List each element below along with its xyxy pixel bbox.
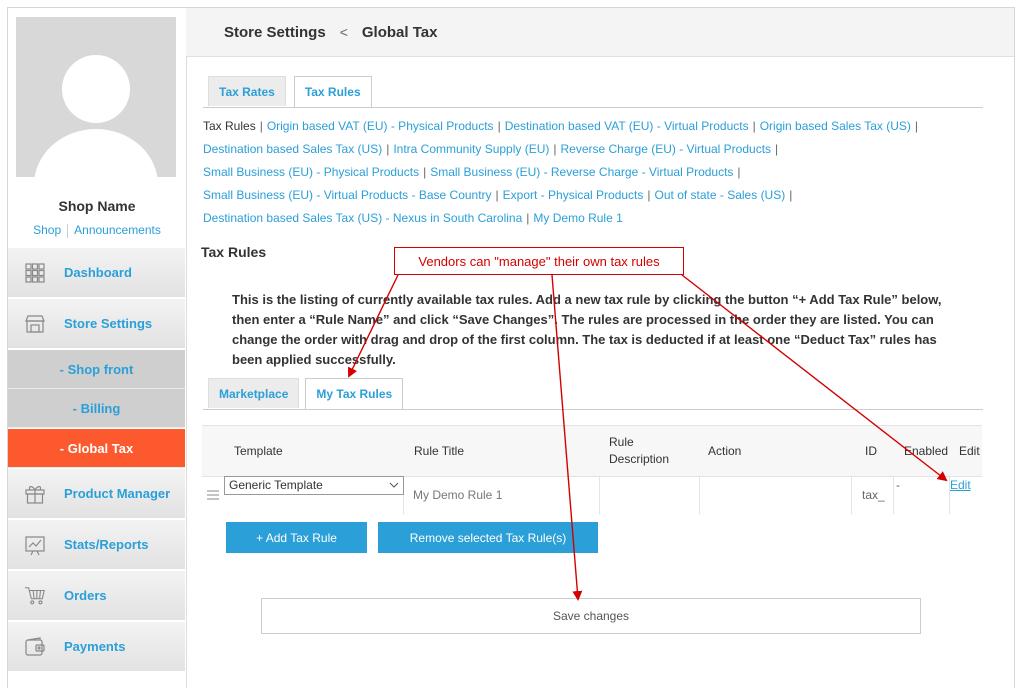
col-rule-title[interactable]: Rule Title xyxy=(414,426,464,476)
annotation-callout: Vendors can "manage" their own tax rules xyxy=(394,247,684,275)
col-id[interactable]: ID xyxy=(865,426,877,476)
nav-product-manager[interactable]: Product Manager xyxy=(8,469,185,519)
nav-label: Dashboard xyxy=(64,265,132,280)
tab-divider xyxy=(203,107,983,108)
nav-payments[interactable]: Payments xyxy=(8,622,185,672)
rule-link[interactable]: Destination based Sales Tax (US) - Nexus… xyxy=(203,211,522,225)
rule-link[interactable]: Small Business (EU) - Reverse Charge - V… xyxy=(430,165,733,179)
tab-tax-rules[interactable]: Tax Rules xyxy=(293,76,372,108)
tab-my-tax-rules[interactable]: My Tax Rules xyxy=(305,378,404,410)
rule-description-input[interactable] xyxy=(600,476,700,514)
shop-name: Shop Name xyxy=(58,198,136,214)
rule-link[interactable]: My Demo Rule 1 xyxy=(533,211,622,225)
drag-handle-icon[interactable] xyxy=(202,476,224,514)
nav-label: Product Manager xyxy=(64,486,171,501)
wallet-icon xyxy=(24,636,46,658)
rule-link[interactable]: Reverse Charge (EU) - Virtual Products xyxy=(561,142,772,156)
remove-tax-rules-button[interactable]: Remove selected Tax Rule(s) xyxy=(378,522,598,553)
rule-link[interactable]: Small Business (EU) - Physical Products xyxy=(203,165,419,179)
subnav-billing[interactable]: - Billing xyxy=(8,389,185,428)
cell-edit: Edit xyxy=(950,476,982,514)
tab-marketplace[interactable]: Marketplace xyxy=(208,378,300,408)
shop-links: Shop Announcements xyxy=(8,223,186,238)
store-icon xyxy=(24,313,46,335)
subnav-global-tax[interactable]: - Global Tax xyxy=(8,429,185,468)
sidebar: Shop Name Shop Announcements Dashboard St… xyxy=(8,8,187,688)
template-select-value: Generic Template xyxy=(229,478,323,492)
col-template[interactable]: Template xyxy=(234,426,283,476)
rule-link-current[interactable]: Tax Rules xyxy=(203,119,256,133)
rule-link[interactable]: Out of state - Sales (US) xyxy=(655,188,786,202)
top-tabs: Tax Rates Tax Rules xyxy=(208,76,372,108)
nav-label: Store Settings xyxy=(64,316,153,331)
subnav-shop-front[interactable]: - Shop front xyxy=(8,350,185,389)
rule-link[interactable]: Origin based VAT (EU) - Physical Product… xyxy=(267,119,494,133)
page-header: Store Settings < Global Tax xyxy=(186,8,1014,57)
table-header: Template Rule Title Rule Description Act… xyxy=(202,425,982,477)
template-select[interactable]: Generic Template xyxy=(224,476,404,495)
rule-link[interactable]: Destination based VAT (EU) - Virtual Pro… xyxy=(505,119,749,133)
tax-rules-list: Tax Rules | Origin based VAT (EU) - Physic… xyxy=(203,119,919,225)
nav-orders[interactable]: Orders xyxy=(8,571,185,621)
breadcrumb-store-settings[interactable]: Store Settings xyxy=(224,24,326,41)
breadcrumb-separator: < xyxy=(339,24,348,40)
col-action[interactable]: Action xyxy=(708,426,741,476)
rule-link[interactable]: Intra Community Supply (EU) xyxy=(393,142,549,156)
rule-link[interactable]: Small Business (EU) - Virtual Products -… xyxy=(203,188,492,202)
announcements-link[interactable]: Announcements xyxy=(74,223,161,237)
chart-icon xyxy=(24,534,46,556)
section-title: Tax Rules xyxy=(201,244,267,260)
nav-store-settings[interactable]: Store Settings xyxy=(8,299,185,349)
cell-enabled: - xyxy=(894,476,950,514)
nav-stats-reports[interactable]: Stats/Reports xyxy=(8,520,185,570)
cart-icon xyxy=(24,585,46,607)
gift-icon xyxy=(24,483,46,505)
tab-tax-rates[interactable]: Tax Rates xyxy=(208,76,286,106)
nav-label: Payments xyxy=(64,639,126,654)
col-edit[interactable]: Edit xyxy=(959,426,980,476)
col-enabled[interactable]: Enabled xyxy=(904,426,948,476)
edit-link[interactable]: Edit xyxy=(950,478,971,492)
avatar-placeholder-icon xyxy=(34,55,158,177)
rule-link[interactable]: Destination based Sales Tax (US) xyxy=(203,142,382,156)
breadcrumb-global-tax: Global Tax xyxy=(361,23,438,41)
description-text: This is the listing of currently availab… xyxy=(232,292,942,367)
link-divider xyxy=(67,223,69,238)
avatar[interactable] xyxy=(16,17,176,177)
rule-link[interactable]: Origin based Sales Tax (US) xyxy=(760,119,911,133)
grid-icon xyxy=(24,262,46,284)
save-changes-button[interactable]: Save changes xyxy=(261,598,921,634)
rule-link[interactable]: Export - Physical Products xyxy=(503,188,644,202)
cell-id: tax_ xyxy=(852,476,894,514)
nav-dashboard[interactable]: Dashboard xyxy=(8,248,185,298)
inner-tab-divider xyxy=(203,409,983,410)
nav-label: Stats/Reports xyxy=(64,537,149,552)
action-cell[interactable] xyxy=(700,476,852,514)
nav-label: Orders xyxy=(64,588,107,603)
shop-link[interactable]: Shop xyxy=(33,223,61,237)
chevron-down-icon xyxy=(389,482,399,488)
rule-title-input[interactable]: My Demo Rule 1 xyxy=(404,476,600,514)
add-tax-rule-button[interactable]: + Add Tax Rule xyxy=(226,522,367,553)
inner-tabs: Marketplace My Tax Rules xyxy=(208,378,404,410)
col-rule-description[interactable]: Rule Description xyxy=(609,426,689,476)
